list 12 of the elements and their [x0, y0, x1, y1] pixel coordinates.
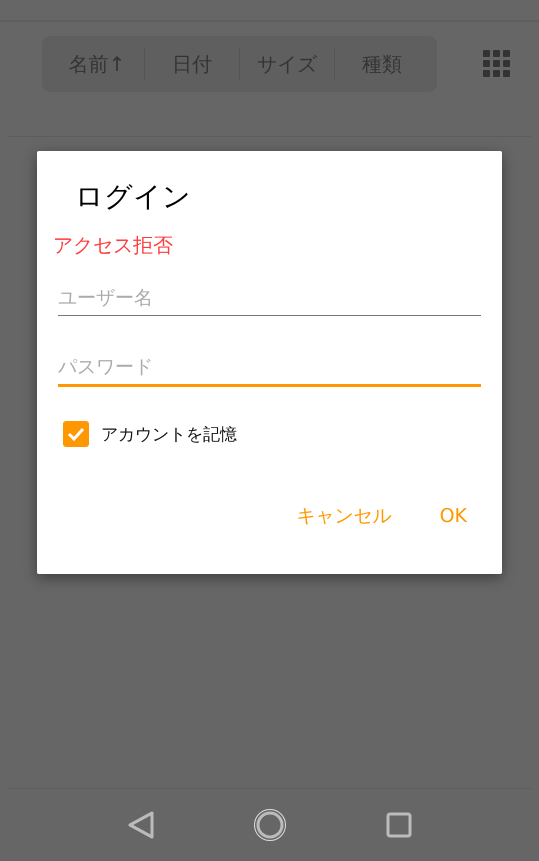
input-field[interactable]: ユーザー名 [58, 281, 481, 316]
cancel-button[interactable]: キャンセル [282, 495, 406, 537]
recents-icon[interactable] [386, 812, 412, 838]
back-icon[interactable] [128, 811, 154, 839]
checkbox-label: アカウントを記憶 [101, 424, 237, 446]
checkbox[interactable] [63, 421, 89, 447]
home-icon[interactable] [252, 808, 286, 842]
ok-button[interactable]: OK [426, 495, 481, 537]
error-message: アクセス拒否 [53, 232, 174, 259]
grid-view-icon[interactable] [483, 50, 511, 78]
input-field[interactable]: パスワード [58, 350, 481, 387]
dialog-title: ログイン [74, 179, 192, 215]
